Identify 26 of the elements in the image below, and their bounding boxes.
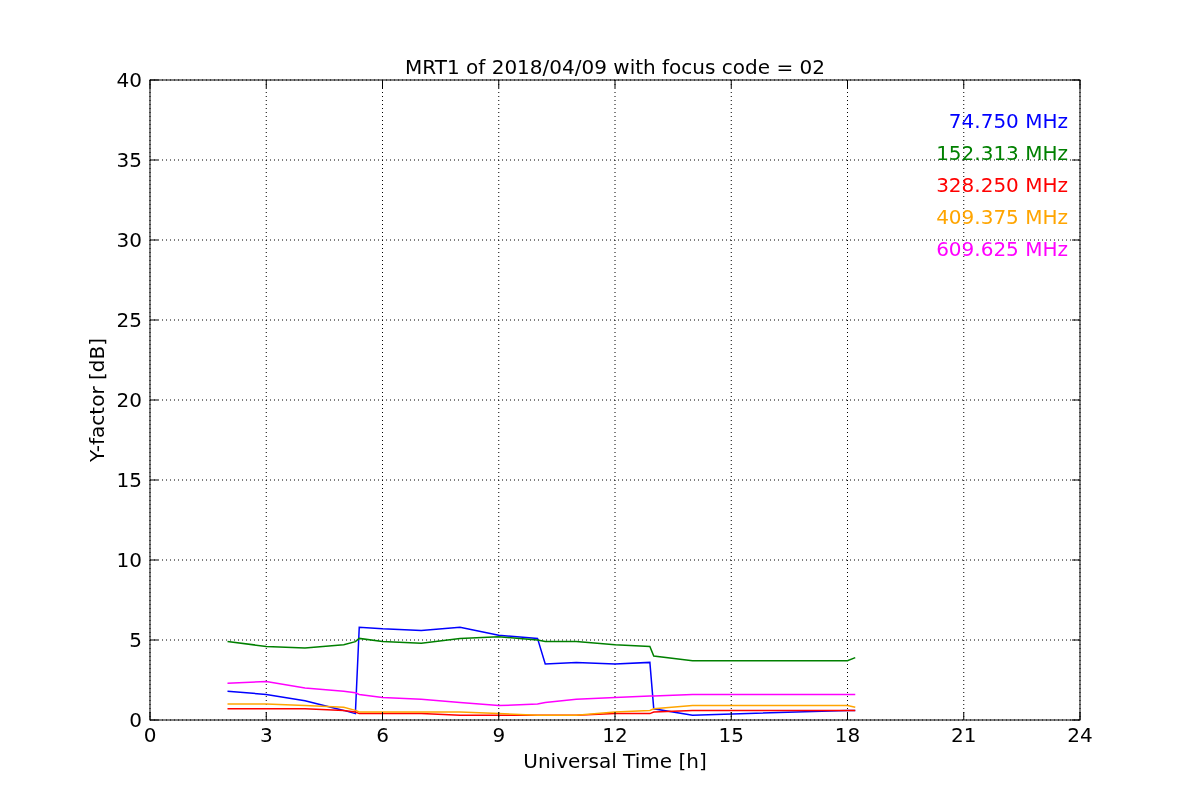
chart-title: MRT1 of 2018/04/09 with focus code = 02 [405,55,825,79]
tick-label: 0 [129,708,142,732]
tick-label: 35 [116,148,142,172]
tick-label: 5 [129,628,142,652]
tick-label: 9 [492,723,506,747]
tick-label: 20 [116,388,142,412]
tick-label: 25 [116,308,142,332]
legend-label: 609.625 MHz [936,237,1068,261]
tick-label: 12 [602,723,628,747]
tick-label: 15 [116,468,142,492]
legend-label: 74.750 MHz [948,109,1068,133]
legend-label: 152.313 MHz [936,141,1068,165]
y-axis-label: Y-factor [dB] [85,338,109,462]
tick-label: 6 [376,723,389,747]
tick-label: 40 [116,68,142,92]
tick-label: 10 [116,548,142,572]
tick-label: 3 [259,723,273,747]
tick-label: 21 [951,723,977,747]
x-axis-label: Universal Time [h] [523,749,707,773]
legend-label: 409.375 MHz [936,205,1068,229]
tick-label: 18 [834,723,861,747]
tick-label: 15 [718,723,744,747]
legend-label: 328.250 MHz [936,173,1068,197]
tick-label: 30 [116,228,142,252]
tick-label: 0 [143,723,157,747]
tick-label: 24 [1067,723,1093,747]
